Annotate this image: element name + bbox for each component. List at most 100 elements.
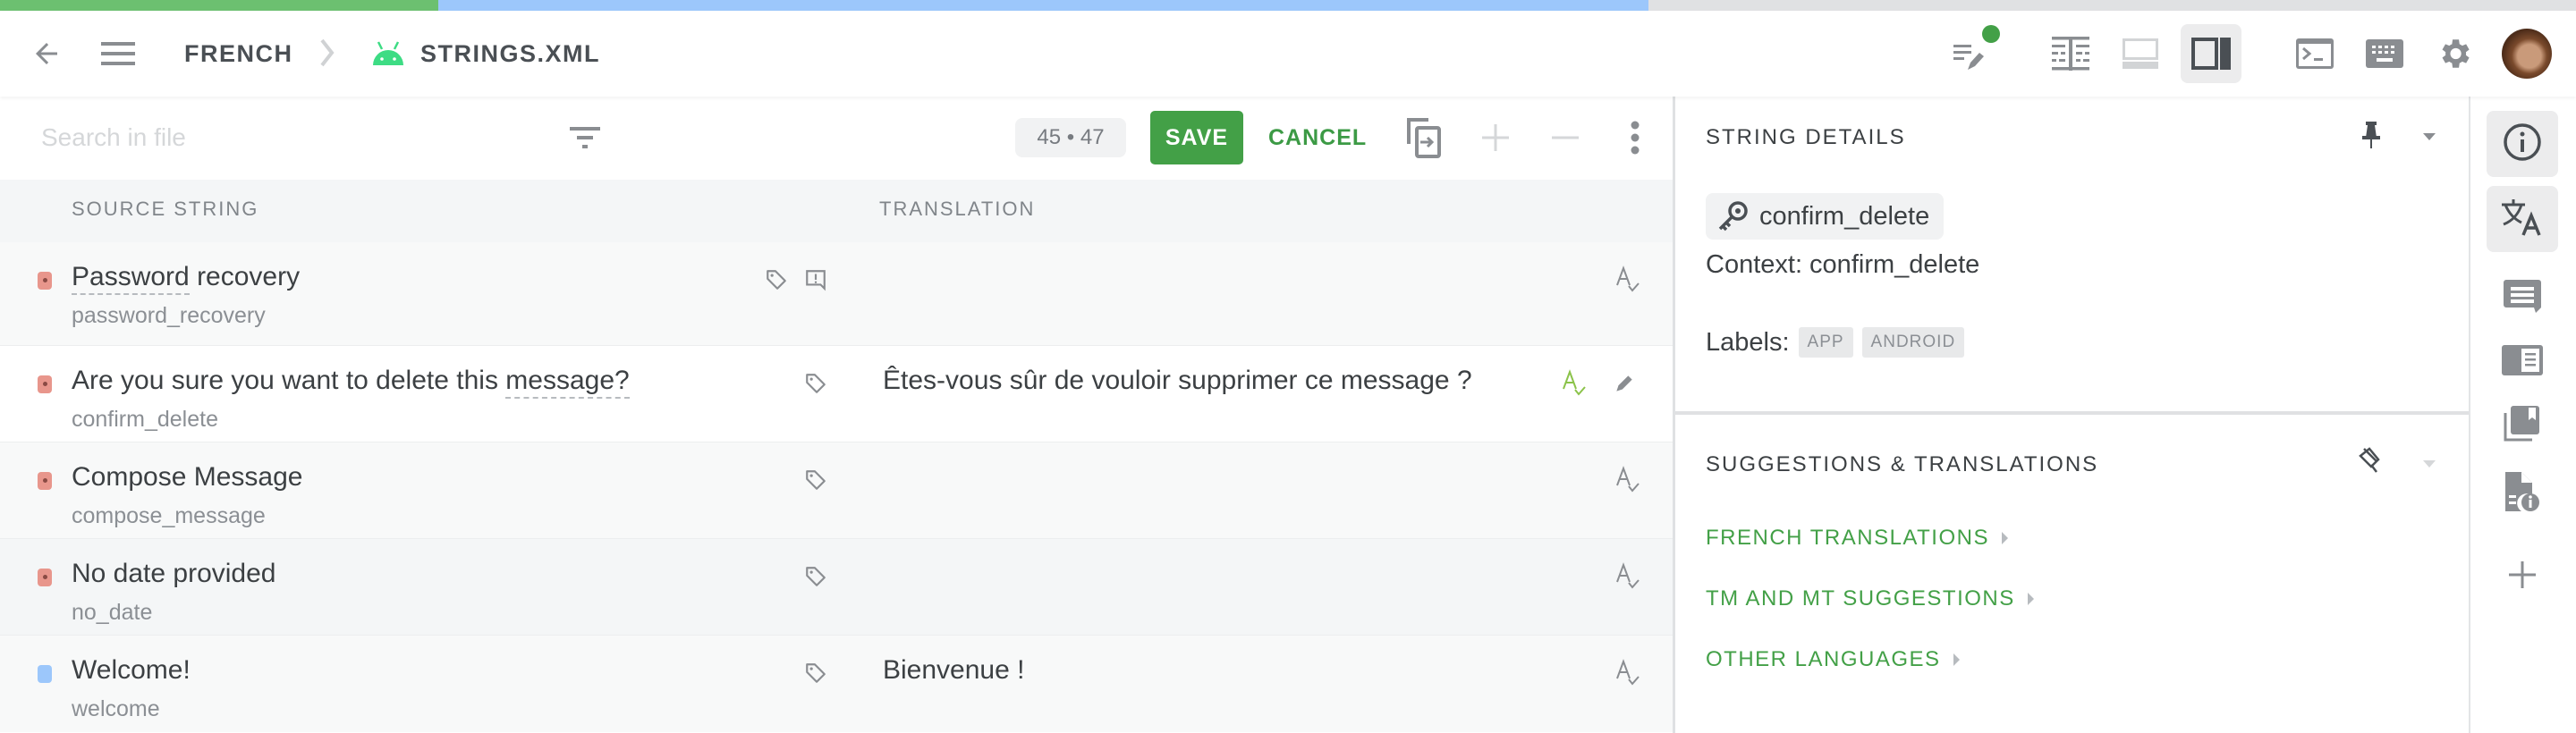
add-panel-button[interactable] xyxy=(2487,543,2558,610)
context-text: Context: confirm_delete xyxy=(1706,250,1980,279)
string-key: welcome xyxy=(72,696,160,721)
tool-sidebar xyxy=(2469,97,2576,733)
translate-button[interactable] xyxy=(2487,186,2558,252)
key-icon xyxy=(1715,200,1750,240)
top-bar: FRENCH STRINGS.XML xyxy=(0,11,2576,97)
source-text: Welcome! xyxy=(72,655,191,685)
label-chip[interactable]: ANDROID xyxy=(1861,327,1965,358)
add-icon xyxy=(2509,560,2536,593)
edit-notes-icon[interactable] xyxy=(1948,23,2007,82)
table-row[interactable]: Compose Message compose_message xyxy=(0,442,1673,539)
file-info-button[interactable] xyxy=(2487,461,2558,527)
string-details-title: STRING DETAILS xyxy=(1706,125,1906,149)
comments-icon xyxy=(2504,279,2541,320)
copy-source-icon[interactable] xyxy=(1401,114,1447,161)
add-plural-icon[interactable] xyxy=(1472,114,1519,161)
spellcheck-icon[interactable] xyxy=(1610,462,1646,498)
cancel-button[interactable]: CANCEL xyxy=(1268,111,1367,164)
search-input[interactable] xyxy=(41,114,542,161)
side-by-side-view-icon[interactable] xyxy=(2051,34,2090,73)
comments-button[interactable] xyxy=(2487,266,2558,333)
strings-editor: 45 • 47 SAVE CANCEL SOURCE STRING TRANSL… xyxy=(0,97,1673,733)
spellcheck-icon[interactable] xyxy=(1610,655,1646,691)
status-indicator xyxy=(38,665,52,683)
string-key: confirm_delete xyxy=(72,407,218,432)
translation-text[interactable]: Bienvenue ! xyxy=(883,655,1024,686)
string-key-value: confirm_delete xyxy=(1759,201,1930,231)
spellcheck-icon[interactable] xyxy=(1610,262,1646,298)
glossary-button[interactable] xyxy=(2487,329,2558,395)
bottom-panel-view-icon[interactable] xyxy=(2121,36,2160,72)
user-avatar[interactable] xyxy=(2502,29,2552,79)
comment-alert-icon[interactable] xyxy=(798,262,834,298)
collapse-caret-icon[interactable] xyxy=(2423,458,2436,474)
status-indicator xyxy=(38,375,52,393)
string-key: password_recovery xyxy=(72,303,266,328)
file-info-icon xyxy=(2504,471,2541,518)
filter-icon[interactable] xyxy=(562,114,608,161)
keyboard-icon[interactable] xyxy=(2365,36,2404,72)
string-key: no_date xyxy=(72,600,153,625)
string-position-counter: 45 • 47 xyxy=(1015,118,1126,157)
source-text: Password recovery xyxy=(72,262,301,295)
status-indicator xyxy=(38,472,52,490)
table-row[interactable]: Welcome! welcome Bienvenue ! xyxy=(0,636,1673,732)
section-divider xyxy=(1675,411,2469,415)
label-chip[interactable]: APP xyxy=(1798,327,1853,358)
progress-translated xyxy=(0,0,438,11)
tag-icon[interactable] xyxy=(798,462,834,498)
unpin-icon[interactable] xyxy=(2357,445,2384,478)
info-icon xyxy=(2503,122,2542,166)
french-translations-link[interactable]: FRENCH TRANSLATIONS xyxy=(1706,526,2008,551)
expand-triangle-icon xyxy=(2027,593,2034,605)
tag-icon[interactable] xyxy=(758,262,794,298)
chevron-right-icon xyxy=(319,38,335,72)
strings-list: Password recovery password_recovery Are … xyxy=(0,242,1673,732)
tm-mt-suggestions-link[interactable]: TM AND MT SUGGESTIONS xyxy=(1706,586,2034,611)
column-header-translation: TRANSLATION xyxy=(879,198,1036,220)
labels-label: Labels: xyxy=(1706,327,1790,357)
settings-gear-icon[interactable] xyxy=(2435,34,2474,73)
link-label: TM AND MT SUGGESTIONS xyxy=(1706,586,2015,611)
right-panel-view-icon[interactable] xyxy=(2191,36,2231,72)
progress-in-progress xyxy=(437,0,1649,11)
remove-plural-icon[interactable] xyxy=(1542,114,1589,161)
breadcrumb-language[interactable]: FRENCH xyxy=(184,11,293,97)
translation-text[interactable]: Êtes-vous sûr de vouloir supprimer ce me… xyxy=(883,366,1472,396)
translation-memory-button[interactable] xyxy=(2487,392,2558,458)
edit-pencil-icon[interactable] xyxy=(1606,366,1642,401)
pin-icon[interactable] xyxy=(2359,120,2384,155)
breadcrumb-file[interactable]: STRINGS.XML xyxy=(420,11,600,97)
collapse-caret-icon[interactable] xyxy=(2423,131,2436,147)
glossary-term[interactable]: message? xyxy=(505,366,630,399)
glossary-icon xyxy=(2502,344,2543,380)
spellcheck-icon[interactable] xyxy=(1556,366,1592,401)
source-text: Are you sure you want to delete this mes… xyxy=(72,366,630,399)
table-row[interactable]: Password recovery password_recovery xyxy=(0,242,1673,346)
source-rest: recovery xyxy=(197,262,301,291)
tag-icon[interactable] xyxy=(798,559,834,594)
status-indicator xyxy=(38,272,52,290)
table-row-selected[interactable]: Are you sure you want to delete this mes… xyxy=(0,346,1673,442)
spellcheck-icon[interactable] xyxy=(1610,559,1646,594)
tag-icon[interactable] xyxy=(798,655,834,691)
back-arrow-icon[interactable] xyxy=(27,34,66,73)
link-label: FRENCH TRANSLATIONS xyxy=(1706,526,1989,550)
details-panel: STRING DETAILS confirm_delete Context: c… xyxy=(1673,97,2469,733)
source-text-part: Are you sure you want to delete this xyxy=(72,366,506,395)
other-languages-link[interactable]: OTHER LANGUAGES xyxy=(1706,647,1960,672)
glossary-term[interactable]: Password xyxy=(72,262,190,295)
tag-icon[interactable] xyxy=(798,366,834,401)
string-key: compose_message xyxy=(72,503,266,528)
more-options-icon[interactable] xyxy=(1612,114,1658,161)
column-header-source: SOURCE STRING xyxy=(72,198,259,220)
info-button[interactable] xyxy=(2487,111,2558,177)
hamburger-menu-icon[interactable] xyxy=(97,34,140,73)
terminal-icon[interactable] xyxy=(2295,36,2334,72)
table-row[interactable]: No date provided no_date xyxy=(0,539,1673,636)
expand-triangle-icon xyxy=(1953,653,1960,666)
save-button[interactable]: SAVE xyxy=(1150,111,1243,164)
table-header: SOURCE STRING TRANSLATION xyxy=(0,180,1673,242)
labels-row: Labels: APP ANDROID xyxy=(1706,327,1965,358)
editor-toolbar: 45 • 47 SAVE CANCEL xyxy=(0,97,1673,180)
